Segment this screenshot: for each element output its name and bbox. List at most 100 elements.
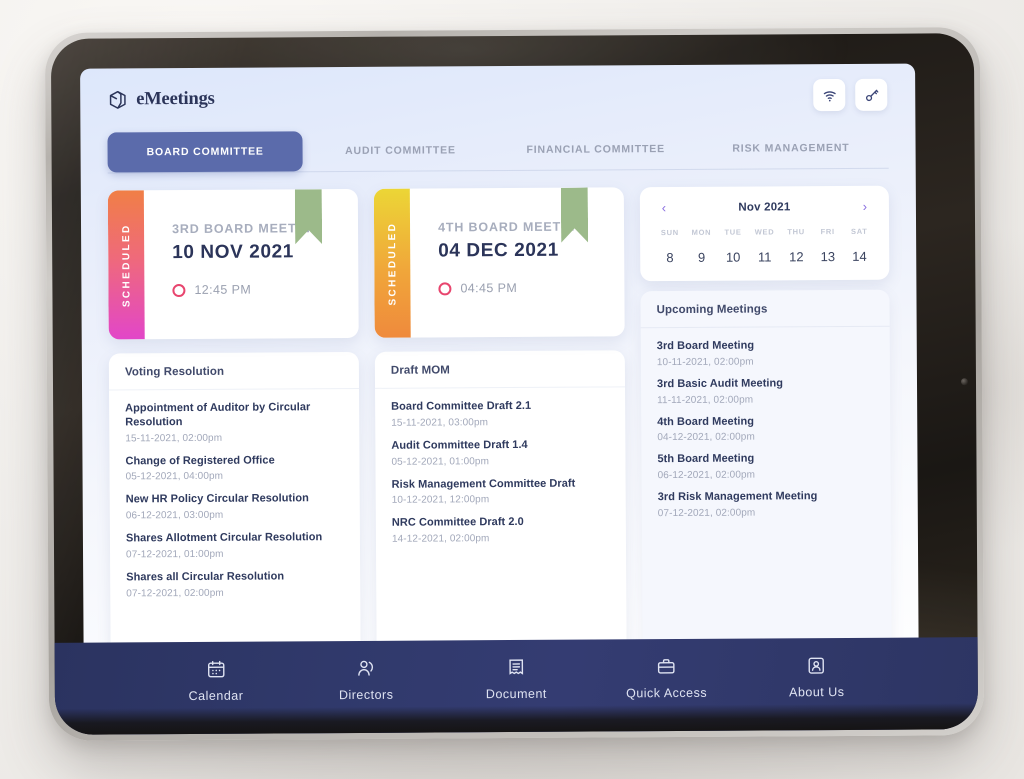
bookmark-ribbon-icon <box>561 188 588 243</box>
meeting-name: 3RD BOARD MEETING <box>172 221 322 237</box>
tab-financial-committee[interactable]: FINANCIAL COMMITTEE <box>498 129 693 170</box>
list-item[interactable]: 3rd Basic Audit Meeting 11-11-2021, 02:0… <box>657 377 874 406</box>
list-item[interactable]: 4th Board Meeting 04-12-2021, 02:00pm <box>657 414 874 443</box>
wifi-button[interactable] <box>813 78 846 112</box>
clock-icon <box>172 283 186 297</box>
chevron-right-icon[interactable]: › <box>858 199 872 214</box>
panel-title: Upcoming Meetings <box>640 302 890 329</box>
weekday-label: SUN <box>660 227 679 238</box>
list-item[interactable]: Risk Management Committee Draft 10-12-20… <box>392 477 610 506</box>
status-strip: SCHEDULED <box>107 190 145 340</box>
item-meta: 07-12-2021, 02:00pm <box>126 587 224 599</box>
meeting-date: 04 DEC 2021 <box>438 239 559 262</box>
tab-audit-committee[interactable]: AUDIT COMMITTEE <box>303 130 498 171</box>
calendar-day[interactable]: 10 <box>717 250 749 265</box>
meeting-card-body: 3RD BOARD MEETING 10 NOV 2021 12:45 PM <box>144 189 359 339</box>
chevron-left-icon[interactable]: ‹ <box>657 200 671 215</box>
list-item[interactable]: NRC Committee Draft 2.0 14-12-2021, 02:0… <box>392 516 610 545</box>
app-screen: eMeetings BOARD COMMITTEE AUDIT COMMITTE… <box>80 63 919 699</box>
draft-mom-list: Board Committee Draft 2.1 15-11-2021, 03… <box>375 387 626 545</box>
item-name: Appointment of Auditor by Circular Resol… <box>125 401 311 429</box>
camera-icon <box>960 378 969 386</box>
tablet-device: eMeetings BOARD COMMITTEE AUDIT COMMITTE… <box>44 27 985 741</box>
users-icon <box>355 658 376 679</box>
list-item[interactable]: Change of Registered Office 05-12-2021, … <box>125 454 343 483</box>
app-title: eMeetings <box>136 88 215 109</box>
nav-label: Calendar <box>188 688 244 703</box>
calendar-widget: ‹ Nov 2021 › SUN MON TUE WED THU FRI SAT… <box>639 185 890 282</box>
committee-tabs: BOARD COMMITTEE AUDIT COMMITTEE FINANCIA… <box>107 127 889 174</box>
item-meta: 10-11-2021, 02:00pm <box>656 356 754 368</box>
tab-risk-management[interactable]: RISK MANAGEMENT <box>693 128 888 169</box>
list-item[interactable]: Board Committee Draft 2.1 15-11-2021, 03… <box>391 399 609 429</box>
item-meta: 05-12-2021, 04:00pm <box>125 471 224 483</box>
calendar-day[interactable]: 12 <box>780 249 812 264</box>
item-name: 4th Board Meeting <box>657 415 755 428</box>
meeting-card[interactable]: SCHEDULED 4TH BOARD MEETING 04 DEC 2021 … <box>373 187 625 338</box>
item-name: 5th Board Meeting <box>657 452 755 466</box>
nav-item-document[interactable]: Document <box>441 657 591 702</box>
nav-label: Quick Access <box>626 685 708 701</box>
list-item[interactable]: 5th Board Meeting 06-12-2021, 02:00pm <box>657 452 874 481</box>
item-name: 3rd Risk Management Meeting <box>657 490 818 504</box>
weekday-label: SAT <box>850 226 868 236</box>
key-button[interactable] <box>855 78 888 111</box>
weekday-label: TUE <box>724 227 742 237</box>
key-icon <box>863 86 880 103</box>
nav-item-about-us[interactable]: About Us <box>741 655 891 700</box>
upcoming-meetings-panel: Upcoming Meetings 3rd Board Meeting 10-1… <box>640 289 892 696</box>
nav-label: Directors <box>338 687 394 703</box>
list-item[interactable]: 3rd Risk Management Meeting 07-12-2021, … <box>658 490 875 519</box>
item-name: NRC Committee Draft 2.0 <box>391 516 524 530</box>
meeting-card-body: 4TH BOARD MEETING 04 DEC 2021 04:45 PM <box>410 187 625 337</box>
item-meta: 04-12-2021, 02:00pm <box>657 431 755 444</box>
nav-item-directors[interactable]: Directors <box>291 657 441 702</box>
nav-bottom-shadow <box>54 703 979 735</box>
left-column: SCHEDULED 3RD BOARD MEETING 10 NOV 2021 … <box>107 187 627 699</box>
person-card-icon <box>806 655 827 676</box>
meeting-time: 12:45 PM <box>194 282 252 297</box>
tab-board-committee[interactable]: BOARD COMMITTEE <box>107 131 303 173</box>
list-item[interactable]: Shares all Circular Resolution 07-12-202… <box>126 570 344 599</box>
calendar-icon <box>205 659 226 680</box>
panel-title: Voting Resolution <box>108 364 360 391</box>
calendar-day[interactable]: 11 <box>749 249 781 264</box>
meeting-card[interactable]: SCHEDULED 3RD BOARD MEETING 10 NOV 2021 … <box>107 188 359 340</box>
item-name: 3rd Basic Audit Meeting <box>656 377 784 390</box>
meeting-time-row: 04:45 PM <box>438 280 624 295</box>
status-badge: SCHEDULED <box>120 222 133 307</box>
document-icon <box>506 657 527 678</box>
app-header: eMeetings <box>80 64 915 131</box>
list-item[interactable]: 3rd Board Meeting 10-11-2021, 02:00pm <box>657 339 874 368</box>
meeting-cards-row: SCHEDULED 3RD BOARD MEETING 10 NOV 2021 … <box>107 187 625 340</box>
weekday-label: MON <box>691 227 712 237</box>
meeting-time-row: 12:45 PM <box>172 282 358 297</box>
list-item[interactable]: Shares Allotment Circular Resolution 07-… <box>126 531 344 560</box>
app-logo[interactable]: eMeetings <box>107 88 215 110</box>
status-strip: SCHEDULED <box>373 188 411 338</box>
calendar-day[interactable]: 13 <box>812 249 844 264</box>
item-meta: 11-11-2021, 02:00pm <box>657 394 754 406</box>
list-item[interactable]: New HR Policy Circular Resolution 06-12-… <box>126 492 344 522</box>
nav-label: Document <box>485 686 547 702</box>
right-column: ‹ Nov 2021 › SUN MON TUE WED THU FRI SAT… <box>639 185 892 696</box>
item-meta: 15-11-2021, 02:00pm <box>125 432 223 444</box>
bookmark-ribbon-icon <box>295 189 322 244</box>
dashboard-body: SCHEDULED 3RD BOARD MEETING 10 NOV 2021 … <box>81 169 919 699</box>
list-item[interactable]: Audit Committee Draft 1.4 05-12-2021, 01… <box>391 438 609 468</box>
voting-resolution-list: Appointment of Auditor by Circular Resol… <box>109 389 360 599</box>
weekday-label: WED <box>754 227 775 237</box>
item-name: Risk Management Committee Draft <box>391 477 576 491</box>
bottom-navigation: Calendar Directors Document Quick Access… <box>54 637 979 735</box>
nav-item-quick-access[interactable]: Quick Access <box>591 656 741 701</box>
calendar-day[interactable]: 8 <box>654 250 686 265</box>
calendar-day[interactable]: 14 <box>844 249 876 264</box>
nav-item-calendar[interactable]: Calendar <box>141 658 291 703</box>
item-name: Change of Registered Office <box>125 453 275 467</box>
list-item[interactable]: Appointment of Auditor by Circular Resol… <box>125 401 343 444</box>
item-meta: 07-12-2021, 01:00pm <box>126 548 224 561</box>
item-meta: 05-12-2021, 01:00pm <box>391 455 490 468</box>
calendar-day[interactable]: 9 <box>686 250 718 265</box>
calendar-grid: SUN MON TUE WED THU FRI SAT 8 9 10 11 12… <box>654 227 875 265</box>
cube-icon <box>107 89 128 110</box>
